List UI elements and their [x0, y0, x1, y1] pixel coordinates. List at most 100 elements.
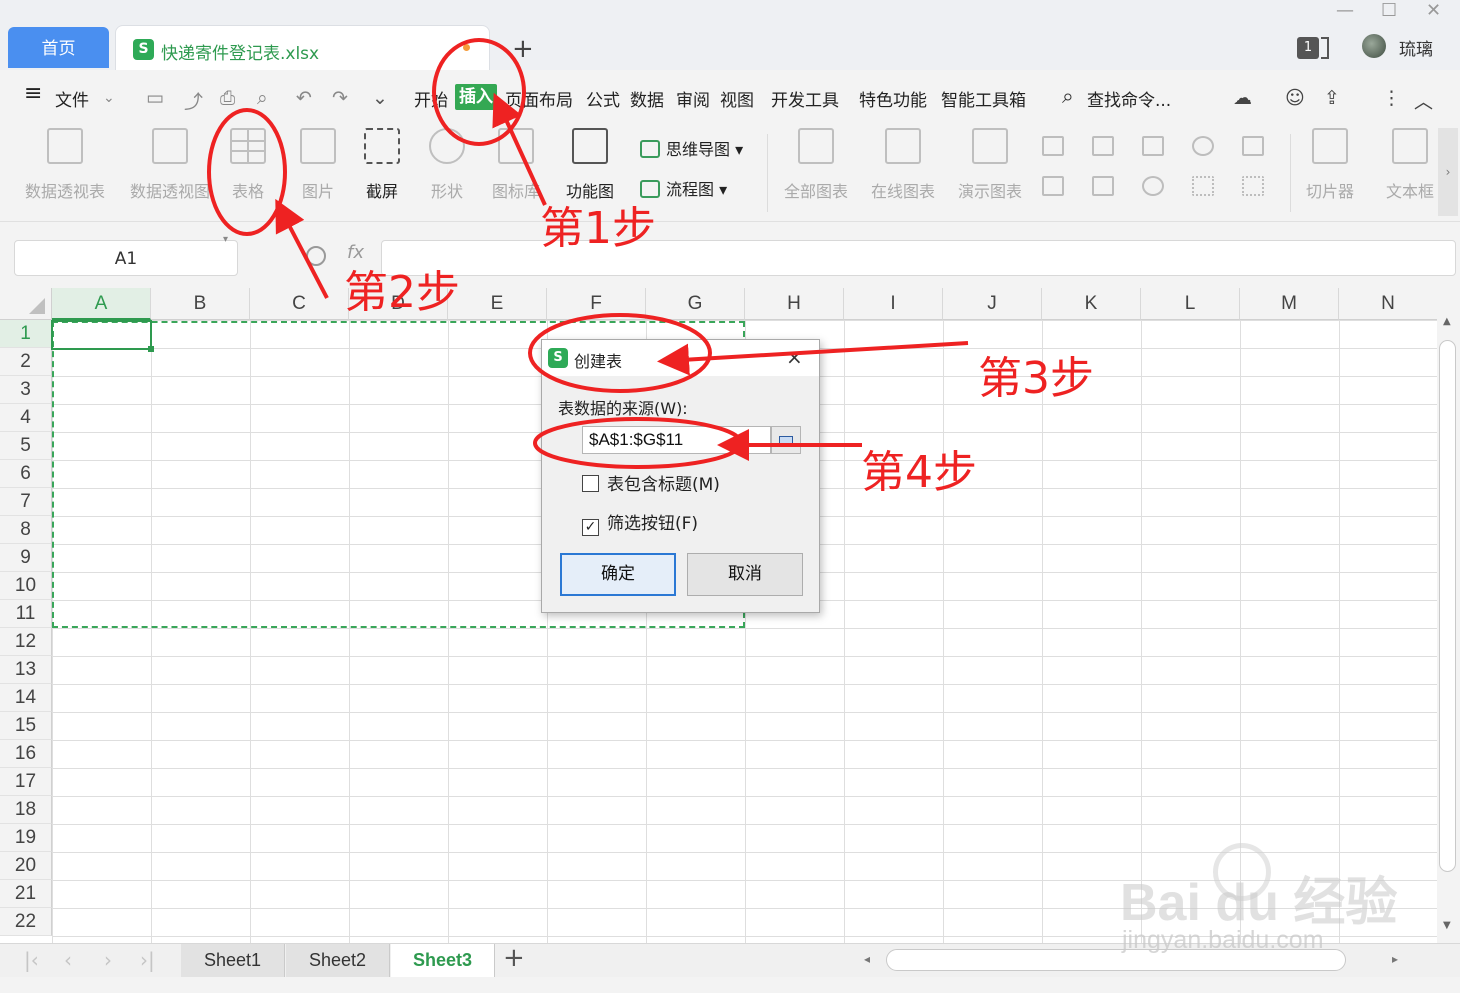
name-box[interactable]: A1	[14, 240, 238, 276]
select-all-corner[interactable]	[0, 288, 52, 320]
menu-developer[interactable]: 开发工具	[771, 86, 839, 111]
row-header-17[interactable]: 17	[0, 768, 52, 796]
stock-chart-icon[interactable]	[1242, 136, 1264, 156]
shape-button[interactable]: 形状	[422, 128, 472, 202]
column-header-j[interactable]: J	[943, 288, 1042, 320]
search-icon[interactable]: ⌕	[1062, 84, 1074, 109]
row-header-11[interactable]: 11	[0, 600, 52, 628]
column-header-a[interactable]: A	[52, 288, 151, 320]
column-header-h[interactable]: H	[745, 288, 844, 320]
column-header-b[interactable]: B	[151, 288, 250, 320]
online-charts-button[interactable]: 在线图表	[867, 128, 939, 202]
name-box-dropdown-icon[interactable]: ▾	[223, 234, 228, 245]
undo-icon[interactable]: ↶	[296, 87, 312, 109]
customize-toolbar-icon[interactable]: ⌄	[372, 87, 388, 109]
row-header-20[interactable]: 20	[0, 852, 52, 880]
first-sheet-icon[interactable]: |‹	[24, 948, 39, 972]
row-header-12[interactable]: 12	[0, 628, 52, 656]
sheet-tab-1[interactable]: Sheet1	[181, 944, 285, 977]
combo-chart-icon[interactable]	[1092, 176, 1114, 196]
column-header-e[interactable]: E	[448, 288, 547, 320]
menu-start[interactable]: 开始	[414, 86, 448, 111]
search-command[interactable]: 查找命令...	[1087, 86, 1171, 111]
column-header-f[interactable]: F	[547, 288, 646, 320]
icon-library-button[interactable]: 图标库	[488, 128, 544, 202]
mindmap-button[interactable]: 思维导图 ▾	[640, 136, 743, 160]
column-chart-icon[interactable]	[1042, 136, 1064, 156]
cloud-sync-icon[interactable]: ☁	[1233, 87, 1252, 109]
all-charts-button[interactable]: 全部图表	[780, 128, 852, 202]
home-tab[interactable]: 首页	[8, 27, 109, 68]
table-button[interactable]: 表格	[226, 128, 270, 202]
menu-file[interactable]: 文件	[55, 86, 89, 111]
close-window-icon[interactable]: ✕	[1426, 0, 1441, 21]
row-header-5[interactable]: 5	[0, 432, 52, 460]
menu-smart-toolbox[interactable]: 智能工具箱	[941, 86, 1026, 111]
picture-button[interactable]: 图片	[293, 128, 343, 202]
hamburger-icon[interactable]: ≡	[24, 81, 42, 106]
share-icon[interactable]: ⇪	[1324, 87, 1340, 109]
pivot-chart-button[interactable]: 数据透视图	[124, 128, 216, 202]
row-header-2[interactable]: 2	[0, 348, 52, 376]
menu-features[interactable]: 特色功能	[859, 86, 927, 111]
row-header-7[interactable]: 7	[0, 488, 52, 516]
print-preview-icon[interactable]: ⌕	[257, 87, 268, 109]
share-user-icon[interactable]: ☺	[1285, 87, 1305, 109]
function-chart-button[interactable]: 功能图	[557, 128, 623, 202]
file-tab[interactable]: S 快递寄件登记表.xlsx	[115, 25, 490, 70]
avatar[interactable]	[1362, 34, 1386, 58]
next-sheet-icon[interactable]: ›	[104, 948, 112, 972]
scroll-down-icon[interactable]: ▼	[1443, 920, 1451, 931]
slicer-button[interactable]: 切片器	[1300, 128, 1360, 202]
menu-data[interactable]: 数据	[630, 86, 664, 111]
scatter-chart-icon[interactable]	[1192, 176, 1214, 196]
row-header-18[interactable]: 18	[0, 796, 52, 824]
line-chart-icon[interactable]	[1142, 136, 1164, 156]
bubble-chart-icon[interactable]	[1242, 176, 1264, 196]
username[interactable]: 琉璃	[1399, 35, 1433, 60]
row-header-10[interactable]: 10	[0, 572, 52, 600]
close-icon[interactable]: ×	[786, 345, 803, 369]
row-header-15[interactable]: 15	[0, 712, 52, 740]
row-header-3[interactable]: 3	[0, 376, 52, 404]
menu-review[interactable]: 审阅	[676, 86, 710, 111]
row-header-6[interactable]: 6	[0, 460, 52, 488]
column-header-k[interactable]: K	[1042, 288, 1141, 320]
more-icon[interactable]: ⋮	[1382, 87, 1401, 109]
print-icon[interactable]: ⎙	[220, 87, 235, 109]
menu-page-layout[interactable]: 页面布局	[505, 86, 573, 111]
has-header-checkbox-row[interactable]: 表包含标题(M)	[582, 470, 720, 495]
menu-insert[interactable]: 插入	[455, 84, 497, 110]
sheet-tab-3[interactable]: Sheet3	[391, 944, 495, 977]
bar-chart-small-icon[interactable]	[1092, 136, 1114, 156]
radar-chart-icon[interactable]	[1192, 136, 1214, 156]
redo-icon[interactable]: ↷	[332, 87, 348, 109]
vertical-scroll-thumb[interactable]	[1439, 340, 1456, 872]
menu-formula[interactable]: 公式	[586, 86, 620, 111]
export-icon[interactable]: ⤴	[184, 87, 203, 114]
sheet-tab-2[interactable]: Sheet2	[286, 944, 390, 977]
column-header-i[interactable]: I	[844, 288, 943, 320]
menu-view[interactable]: 视图	[720, 86, 754, 111]
screenshot-button[interactable]: 截屏	[357, 128, 407, 202]
filter-checkbox-row[interactable]: ✓ 筛选按钮(F)	[582, 509, 698, 536]
ribbon-scroll-right-icon[interactable]: ›	[1438, 128, 1458, 216]
textbox-button[interactable]: 文本框	[1380, 128, 1440, 202]
prev-sheet-icon[interactable]: ‹	[64, 948, 72, 972]
chevron-down-icon[interactable]: ⌄	[103, 90, 115, 106]
cancel-button[interactable]: 取消	[687, 553, 803, 596]
scroll-right-icon[interactable]: ▸	[1392, 952, 1398, 966]
column-header-g[interactable]: G	[646, 288, 745, 320]
collapse-ribbon-icon[interactable]: ︿	[1414, 87, 1433, 114]
area-chart-icon[interactable]	[1042, 176, 1064, 196]
range-select-icon[interactable]	[771, 426, 801, 454]
save-icon[interactable]: ▭	[146, 87, 164, 109]
filter-checkbox[interactable]: ✓	[582, 519, 599, 536]
vertical-scrollbar[interactable]: ▲ ▼	[1437, 288, 1460, 943]
add-sheet-button[interactable]: +	[503, 943, 525, 973]
column-header-m[interactable]: M	[1240, 288, 1339, 320]
row-header-4[interactable]: 4	[0, 404, 52, 432]
row-header-22[interactable]: 22	[0, 908, 52, 936]
row-header-21[interactable]: 21	[0, 880, 52, 908]
row-header-1[interactable]: 1	[0, 320, 52, 348]
